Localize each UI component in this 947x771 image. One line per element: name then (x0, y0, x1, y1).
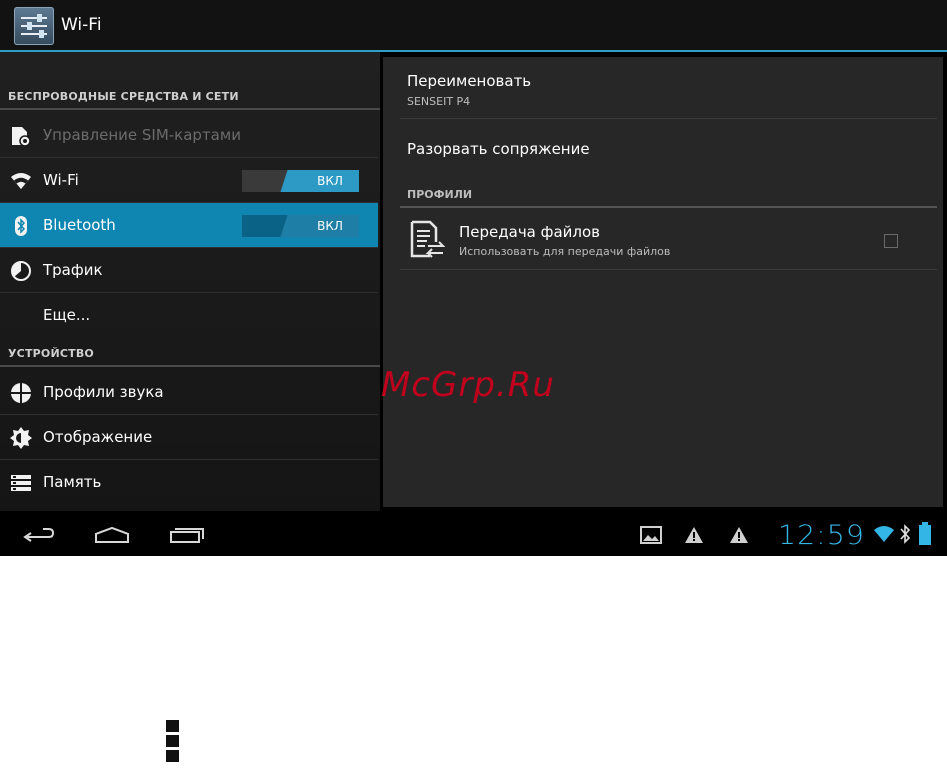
rename-title: Переименовать (407, 72, 532, 90)
toggle-label: ВКЛ (317, 174, 343, 188)
unpair-item[interactable]: Разорвать сопряжение (400, 127, 930, 171)
profile-checkbox[interactable] (884, 234, 898, 248)
sound-profile-icon (10, 382, 32, 404)
page-title: Wi-Fi (61, 15, 102, 35)
file-transfer-icon (410, 218, 446, 260)
clock[interactable]: 12:59 (778, 520, 865, 551)
action-bar: Wi-Fi (0, 0, 947, 50)
divider (400, 269, 937, 270)
device-name: SENSEIT P4 (407, 95, 471, 108)
unpair-label: Разорвать сопряжение (407, 140, 590, 158)
list-item-label: Еще... (43, 306, 91, 324)
bluetooth-status-icon (899, 523, 911, 549)
watermark: McGrp.Ru (381, 365, 555, 405)
warning-icon[interactable] (729, 526, 749, 548)
profile-subtitle: Использовать для передачи файлов (459, 245, 671, 258)
bluetooth-icon (10, 215, 32, 237)
section-divider (0, 108, 380, 110)
menu-icon (166, 720, 180, 766)
storage-icon (10, 472, 32, 494)
list-item-wifi[interactable]: Wi-Fi ВКЛ (0, 158, 378, 202)
display-brightness-icon (10, 427, 32, 449)
data-usage-icon (10, 260, 32, 282)
list-item-data-usage[interactable]: Трафик (0, 248, 378, 292)
list-item-bluetooth[interactable]: Bluetooth ВКЛ (0, 203, 378, 247)
sim-settings-icon (10, 125, 32, 147)
wifi-icon (10, 170, 32, 192)
warning-icon[interactable] (684, 526, 704, 548)
section-header-wireless: БЕСПРОВОДНЫЕ СРЕДСТВА И СЕТИ (8, 90, 239, 103)
list-item-sim-management[interactable]: Управление SIM-картами (0, 113, 378, 157)
list-item-label: Профили звука (43, 383, 164, 401)
battery-icon (918, 522, 932, 550)
profile-title: Передача файлов (459, 223, 601, 241)
wifi-toggle[interactable]: ВКЛ (242, 170, 359, 192)
rename-item[interactable]: Переименовать SENSEIT P4 (400, 67, 930, 117)
list-item-label: Память (43, 473, 102, 491)
settings-sliders-icon[interactable] (14, 7, 54, 45)
list-item-more[interactable]: Еще... (0, 293, 378, 337)
profile-file-transfer[interactable]: Передача файлов Использовать для передач… (400, 210, 937, 268)
recent-apps-icon[interactable] (165, 519, 213, 549)
settings-list[interactable]: БЕСПРОВОДНЫЕ СРЕДСТВА И СЕТИ Управление … (0, 52, 380, 511)
section-header-device: УСТРОЙСТВО (8, 347, 94, 360)
back-icon[interactable] (17, 519, 65, 549)
list-item-label: Трафик (43, 261, 103, 279)
list-item-label: Управление SIM-картами (43, 126, 241, 144)
list-item-storage[interactable]: Память (0, 460, 378, 504)
list-item-display[interactable]: Отображение (0, 415, 378, 459)
gallery-notification-icon[interactable] (640, 526, 662, 548)
bluetooth-device-details: Переименовать SENSEIT P4 Разорвать сопря… (383, 57, 943, 507)
wifi-signal-icon (873, 525, 895, 547)
tablet-screen: Wi-Fi БЕСПРОВОДНЫЕ СРЕДСТВА И СЕТИ Управ… (0, 0, 947, 556)
list-item-sound-profiles[interactable]: Профили звука (0, 370, 378, 414)
list-item-label: Отображение (43, 428, 153, 446)
section-divider (0, 365, 380, 367)
home-icon[interactable] (90, 519, 138, 549)
system-bar: 12:59 (0, 511, 947, 556)
list-item-label: Wi-Fi (43, 171, 79, 189)
list-item-label: Bluetooth (43, 216, 116, 234)
profiles-header: ПРОФИЛИ (407, 188, 473, 201)
divider (400, 118, 937, 119)
toggle-label: ВКЛ (317, 219, 343, 233)
bluetooth-toggle[interactable]: ВКЛ (242, 215, 359, 237)
section-divider (400, 206, 937, 208)
